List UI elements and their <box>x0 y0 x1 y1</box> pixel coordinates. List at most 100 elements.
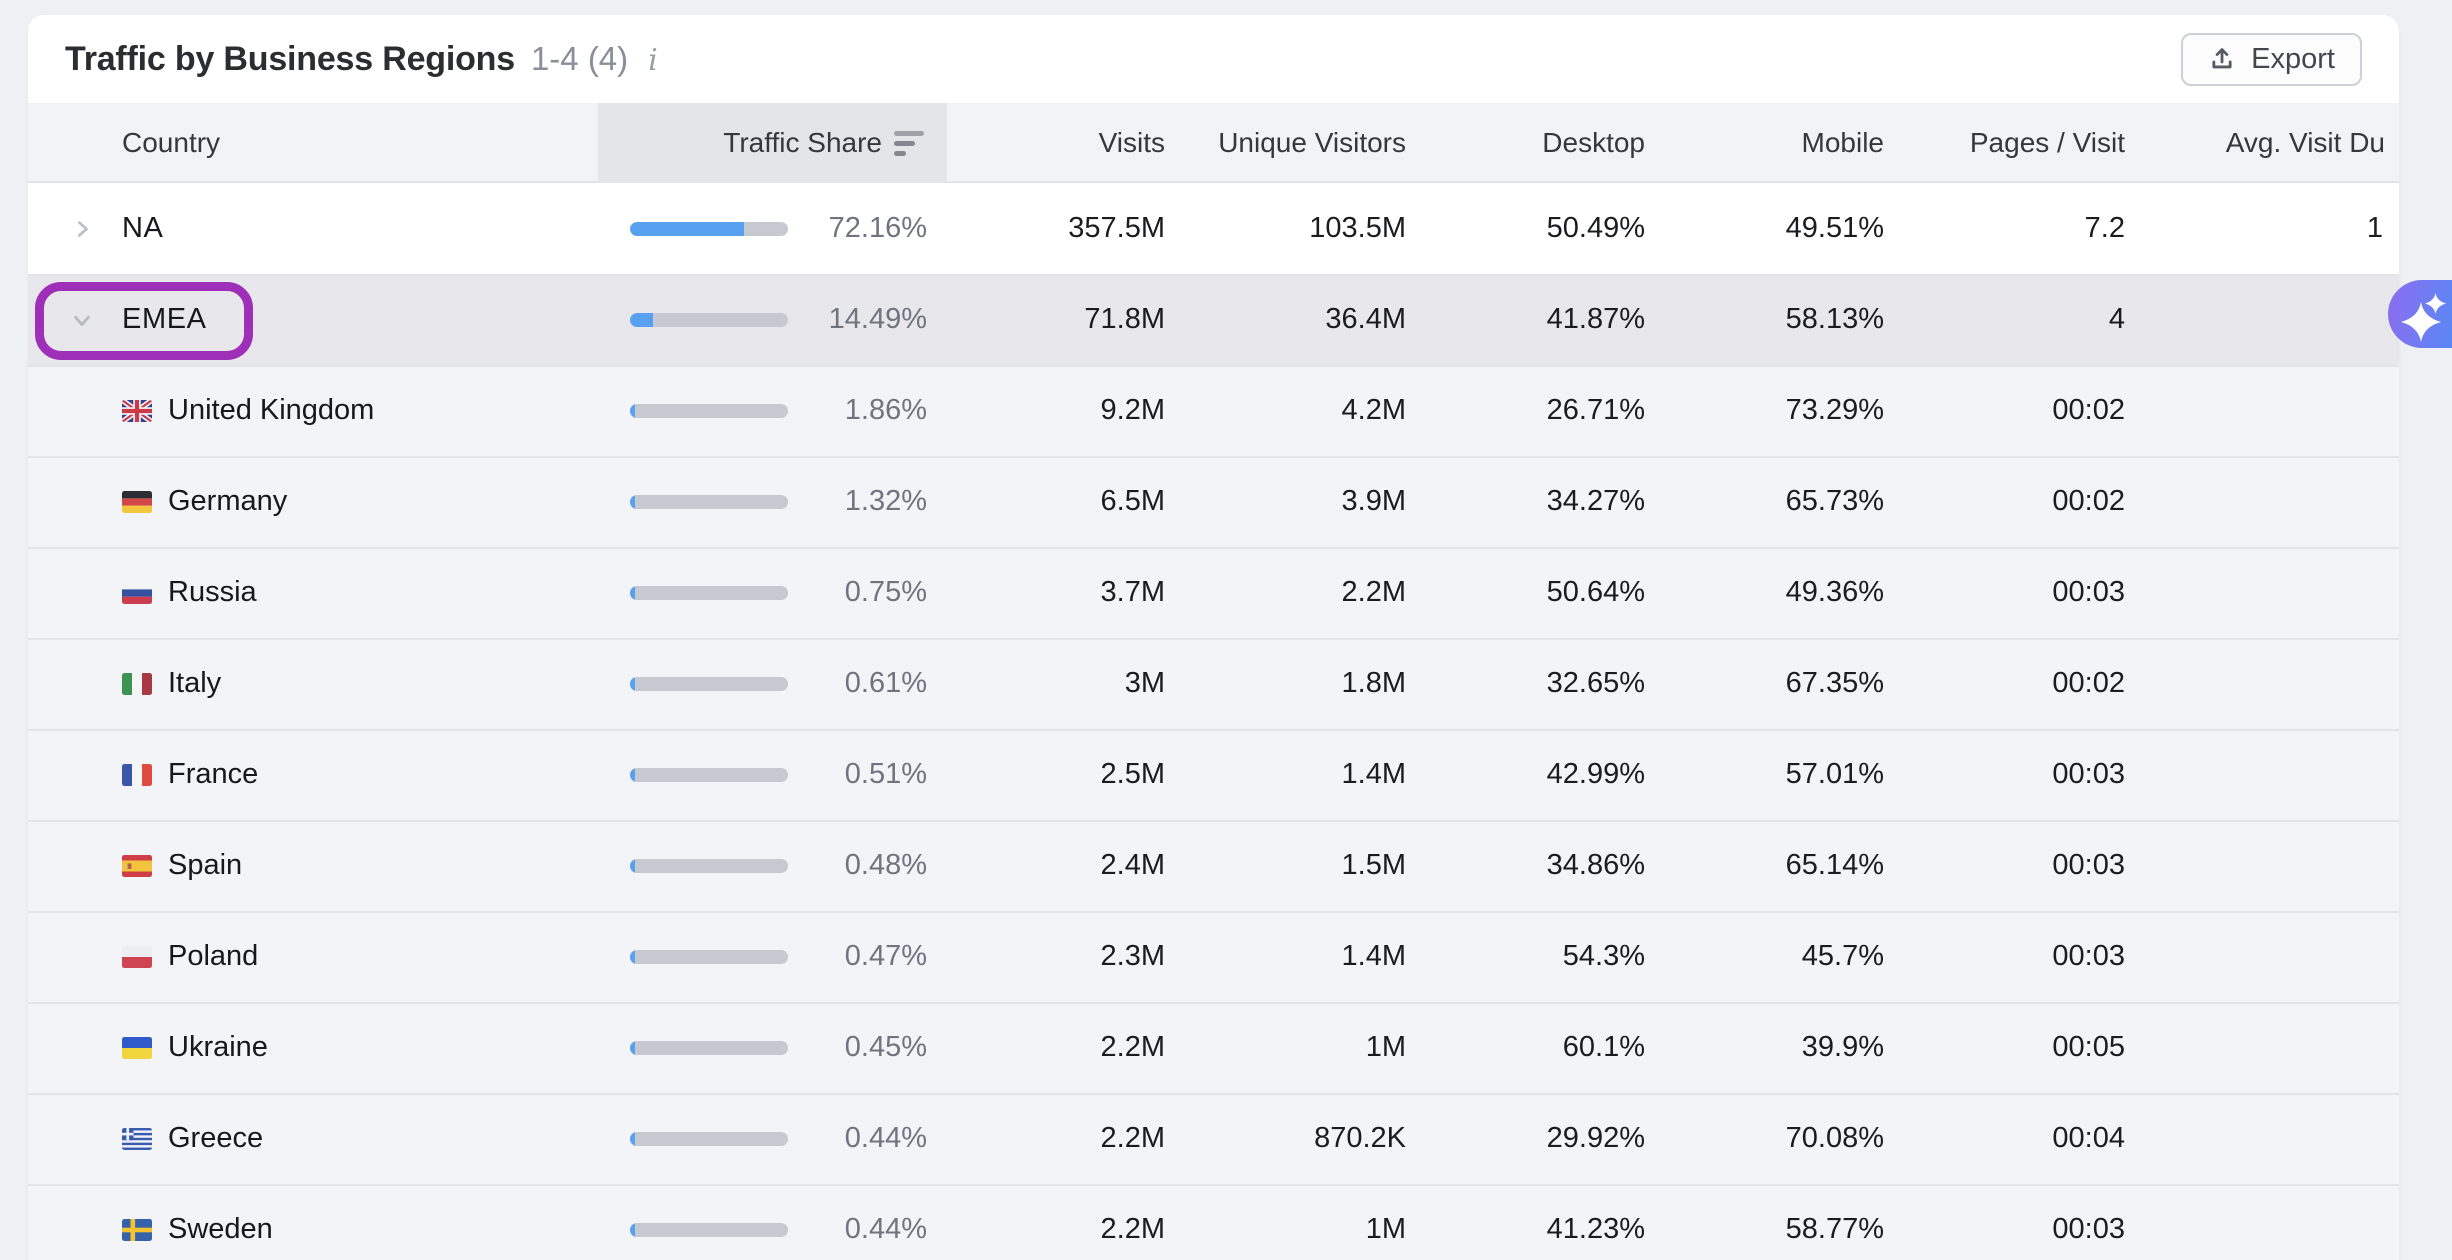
page-title: Traffic by Business Regions <box>65 40 515 79</box>
column-header-unique[interactable]: Unique Visitors <box>1185 103 1426 183</box>
upload-icon <box>2208 45 2236 73</box>
column-header-country[interactable]: Country <box>28 103 598 183</box>
column-header-label: Desktop <box>1542 127 1645 159</box>
visits-value: 357.5M <box>947 183 1185 274</box>
table-row-ukraine: Ukraine 0.45% 2.2M 1M 60.1% 39.9% 00:05 <box>28 1002 2399 1093</box>
mobile-value: 45.7% <box>1665 911 1904 1002</box>
country-cell: Italy <box>28 638 598 729</box>
unique-text: 870.2K <box>1314 1122 1406 1155</box>
visits-text: 9.2M <box>1101 394 1165 427</box>
pages-text: 00:03 <box>2052 940 2125 973</box>
traffic-share-bar <box>630 1041 788 1055</box>
column-header-label: Unique Visitors <box>1218 127 1406 159</box>
mobile-value: 57.01% <box>1665 729 1904 820</box>
country-cell: Germany <box>28 456 598 547</box>
avg-visit-duration-value <box>2145 547 2399 638</box>
traffic-share-bar <box>630 586 788 600</box>
visits-text: 2.2M <box>1101 1122 1165 1155</box>
desktop-text: 34.86% <box>1547 849 1645 882</box>
desktop-value: 41.87% <box>1426 274 1665 365</box>
pages-per-visit-value: 00:04 <box>1904 1093 2145 1184</box>
pages-text: 00:02 <box>2052 485 2125 518</box>
pages-per-visit-value: 00:03 <box>1904 820 2145 911</box>
pages-text: 00:02 <box>2052 394 2125 427</box>
country-cell: Sweden <box>28 1184 598 1260</box>
country-name: Sweden <box>168 1213 273 1246</box>
traffic-share-cell: 1.32% <box>598 456 947 547</box>
avg-visit-duration-value <box>2145 274 2399 365</box>
traffic-share-value: 0.48% <box>817 849 927 882</box>
pages-per-visit-value: 00:02 <box>1904 638 2145 729</box>
visits-value: 2.5M <box>947 729 1185 820</box>
desktop-value: 32.65% <box>1426 638 1665 729</box>
country-cell: Ukraine <box>28 1002 598 1093</box>
column-header-avg[interactable]: Avg. Visit Du <box>2145 103 2399 183</box>
table-row-russia: Russia 0.75% 3.7M 2.2M 50.64% 49.36% 00:… <box>28 547 2399 638</box>
unique-visitors-value: 103.5M <box>1185 183 1426 274</box>
column-header-desktop[interactable]: Desktop <box>1426 103 1665 183</box>
column-header-label: Country <box>122 127 220 159</box>
country-cell: Spain <box>28 820 598 911</box>
column-header-row: Country Traffic ShareVisits Unique Visitor… <box>28 103 2399 183</box>
pages-text: 4 <box>2109 303 2125 336</box>
pages-per-visit-value: 00:03 <box>1904 911 2145 1002</box>
table-row-na[interactable]: NA 72.16% 357.5M 103.5M 50.49% 49.51% 7.… <box>28 183 2399 274</box>
traffic-share-bar <box>630 495 788 509</box>
unique-text: 1M <box>1366 1031 1406 1064</box>
column-header-label: Mobile <box>1802 127 1884 159</box>
country-cell: EMEA <box>28 274 598 365</box>
mobile-text: 57.01% <box>1786 758 1884 791</box>
traffic-share-bar-fill <box>630 950 635 964</box>
page: { "header": { "title": "Traffic by Busin… <box>0 0 2452 1260</box>
info-icon[interactable]: i <box>644 43 658 78</box>
desktop-text: 54.3% <box>1563 940 1645 973</box>
desktop-text: 32.65% <box>1547 667 1645 700</box>
pages-text: 00:03 <box>2052 1213 2125 1246</box>
column-header-visits[interactable]: Visits <box>947 103 1185 183</box>
unique-text: 1.5M <box>1342 849 1406 882</box>
country-name: EMEA <box>122 303 207 336</box>
mobile-value: 65.73% <box>1665 456 1904 547</box>
traffic-share-cell: 1.86% <box>598 365 947 456</box>
mobile-text: 49.51% <box>1786 212 1884 245</box>
export-button[interactable]: Export <box>2181 33 2362 86</box>
traffic-share-bar-fill <box>630 768 635 782</box>
avg-visit-duration-value <box>2145 365 2399 456</box>
column-header-pages[interactable]: Pages / Visit <box>1904 103 2145 183</box>
traffic-share-cell: 0.44% <box>598 1093 947 1184</box>
mobile-text: 65.14% <box>1786 849 1884 882</box>
mobile-value: 39.9% <box>1665 1002 1904 1093</box>
traffic-share-cell: 0.75% <box>598 547 947 638</box>
visits-value: 2.2M <box>947 1093 1185 1184</box>
desktop-text: 41.87% <box>1547 303 1645 336</box>
unique-visitors-value: 1.4M <box>1185 729 1426 820</box>
flag-gr-icon <box>122 1128 152 1150</box>
flag-ua-icon <box>122 1037 152 1059</box>
unique-text: 1M <box>1366 1213 1406 1246</box>
table-row-spain: Spain 0.48% 2.4M 1.5M 34.86% 65.14% 00:0… <box>28 820 2399 911</box>
avg-text: 1 <box>2367 212 2383 245</box>
country-cell: Russia <box>28 547 598 638</box>
mobile-text: 45.7% <box>1802 940 1884 973</box>
pages-text: 00:04 <box>2052 1122 2125 1155</box>
traffic-share-bar-fill <box>630 586 635 600</box>
visits-text: 3.7M <box>1101 576 1165 609</box>
column-header-share[interactable]: Traffic Share <box>598 103 947 183</box>
table-row-emea[interactable]: EMEA 14.49% 71.8M 36.4M 41.87% 58.13% 4 <box>28 274 2399 365</box>
mobile-text: 39.9% <box>1802 1031 1884 1064</box>
visits-text: 2.5M <box>1101 758 1165 791</box>
pages-text: 00:03 <box>2052 758 2125 791</box>
traffic-share-cell: 0.47% <box>598 911 947 1002</box>
pages-per-visit-value: 00:02 <box>1904 456 2145 547</box>
ai-assistant-button[interactable] <box>2388 280 2452 348</box>
mobile-text: 67.35% <box>1786 667 1884 700</box>
column-header-mobile[interactable]: Mobile <box>1665 103 1904 183</box>
unique-visitors-value: 870.2K <box>1185 1093 1426 1184</box>
pages-text: 00:05 <box>2052 1031 2125 1064</box>
visits-text: 6.5M <box>1101 485 1165 518</box>
chevron-right-icon[interactable] <box>70 217 94 241</box>
country-name: France <box>168 758 258 791</box>
chevron-down-icon[interactable] <box>70 308 94 332</box>
avg-visit-duration-value <box>2145 456 2399 547</box>
traffic-share-value: 1.86% <box>817 394 927 427</box>
